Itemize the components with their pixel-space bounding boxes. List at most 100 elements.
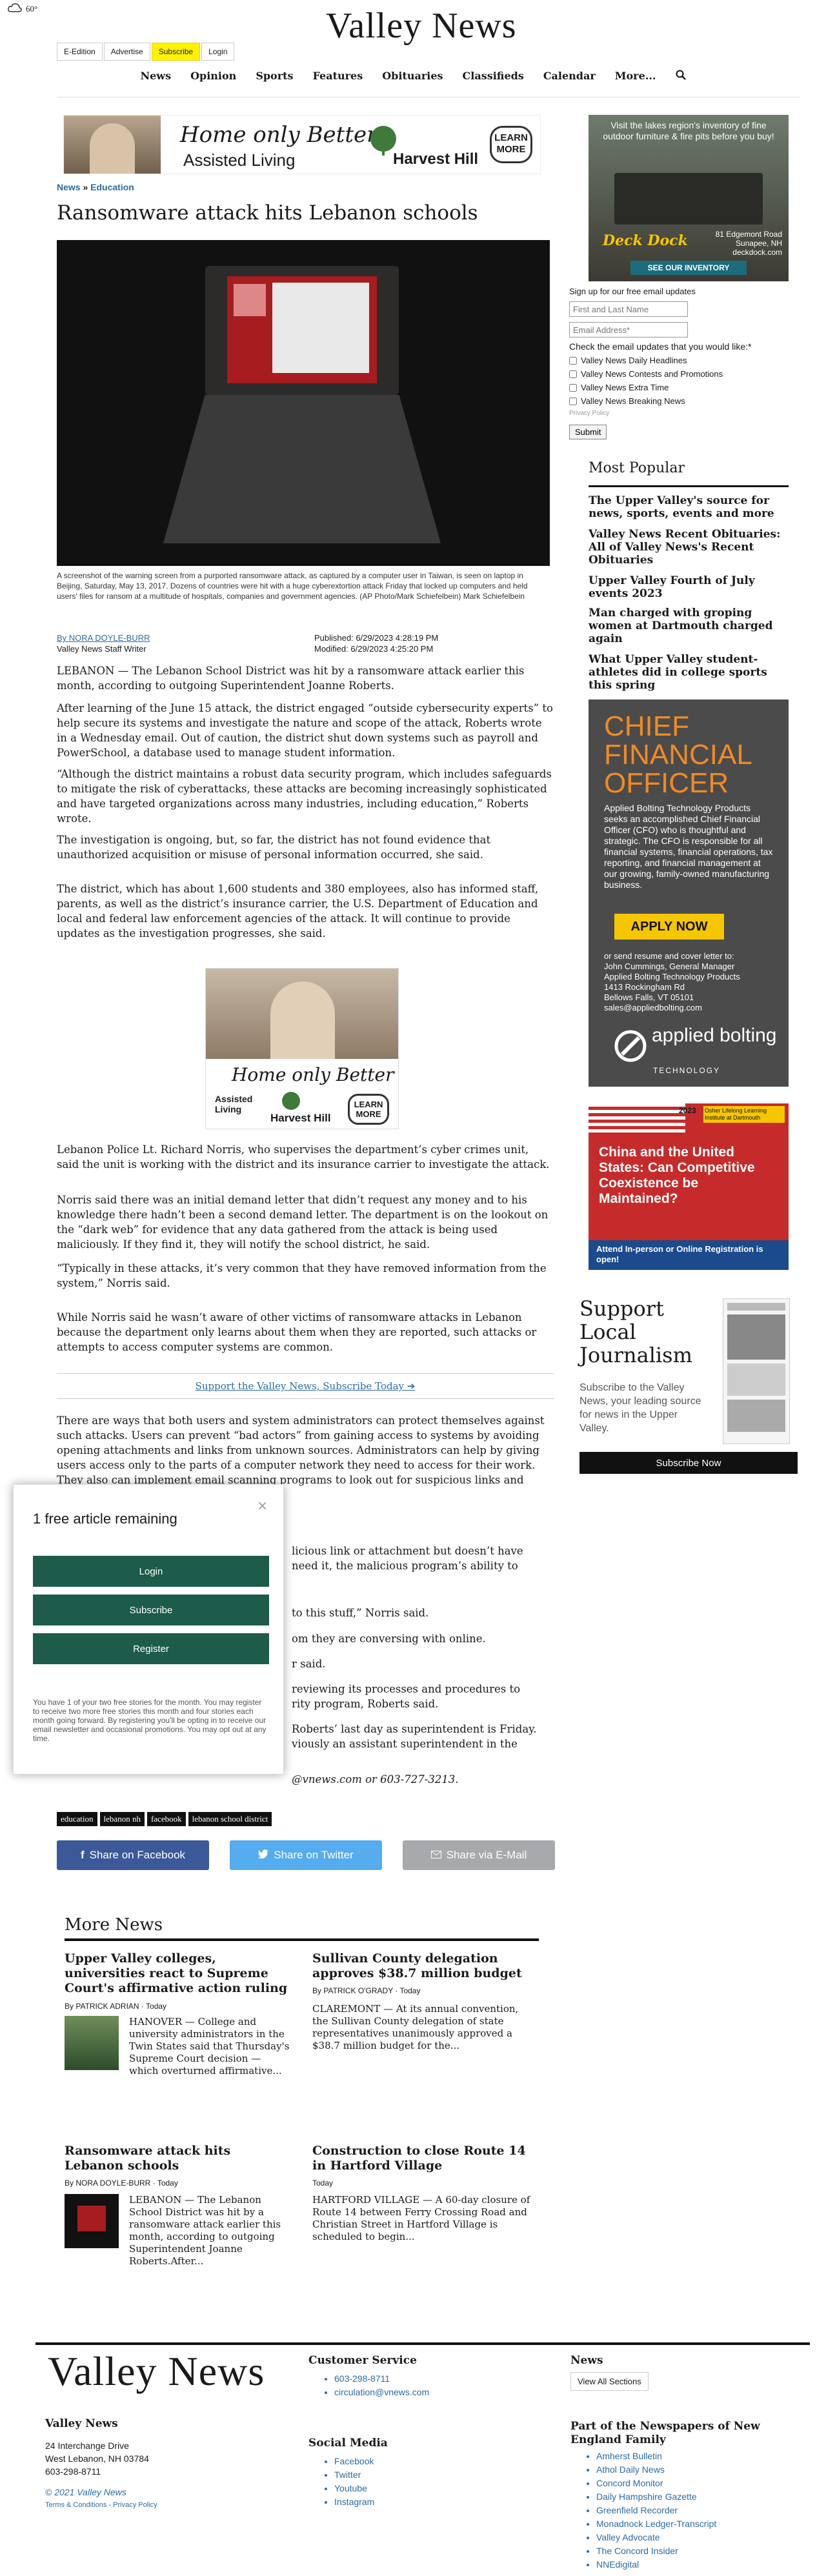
footer-terms-link[interactable]: Terms & Conditions - Privacy Policy [45, 2499, 157, 2511]
osher-lecture-ad[interactable]: 2023 Osher Lifelong Learning Institute a… [589, 1103, 789, 1270]
footer-twitter-link[interactable]: Twitter [334, 2468, 374, 2482]
modal-login-button[interactable]: Login [33, 1556, 269, 1587]
support-subscribe-link[interactable]: Support the Valley News, Subscribe Today… [57, 1373, 554, 1399]
breadcrumb-news[interactable]: News [57, 182, 81, 192]
signup-checkbox[interactable] [569, 397, 577, 405]
article-paragraph: Lebanon Police Lt. Richard Norris, who s… [57, 1143, 550, 1171]
tag[interactable]: lebanon school district [188, 1812, 272, 1826]
breadcrumb-education[interactable]: Education [90, 182, 134, 192]
deck-dock-ad[interactable]: Visit the lakes region's inventory of fi… [589, 115, 789, 281]
close-icon[interactable]: × [257, 1498, 268, 1513]
ad-photo [206, 969, 398, 1059]
signup-checkbox[interactable] [569, 370, 577, 378]
nav-obituaries[interactable]: Obituaries [382, 70, 443, 83]
author-link[interactable]: By NORA DOYLE-BURR [57, 632, 150, 643]
more-news-headline[interactable]: Upper Valley colleges, universities reac… [65, 1951, 290, 1996]
family-link[interactable]: Monadnock Ledger-Transcript [596, 2517, 716, 2531]
signup-submit-button[interactable]: Submit [569, 425, 607, 439]
family-link[interactable]: Valley Advocate [596, 2531, 716, 2544]
share-email-button[interactable]: Share via E-Mail [403, 1840, 555, 1870]
nav-calendar[interactable]: Calendar [543, 70, 596, 83]
footer-youtube-link[interactable]: Youtube [334, 2482, 374, 2495]
view-all-sections-button[interactable]: View All Sections [570, 2372, 649, 2391]
modal-register-button[interactable]: Register [33, 1633, 269, 1664]
harvest-hill-banner-ad[interactable]: Home only Better Assisted Living Harvest… [63, 115, 541, 174]
ad-cta[interactable]: SEE OUR INVENTORY [630, 261, 747, 275]
name-field[interactable] [569, 301, 688, 317]
signup-title: Sign up for our free email updates [569, 287, 696, 296]
article-paragraph: need it, the malicious program’s ability… [292, 1560, 518, 1572]
story-thumbnail[interactable] [65, 2016, 119, 2070]
modal-subscribe-button[interactable]: Subscribe [33, 1595, 269, 1625]
nav-opinion[interactable]: Opinion [190, 70, 236, 83]
social-media-list: Facebook Twitter Youtube Instagram [323, 2455, 374, 2509]
support-text: Subscribe to the Valley News, your leadi… [579, 1382, 701, 1434]
site-logo[interactable]: Valley News [326, 5, 517, 46]
e-edition-link[interactable]: E-Edition [57, 43, 103, 61]
footer-facebook-link[interactable]: Facebook [334, 2455, 374, 2468]
family-link[interactable]: Athol Daily News [596, 2463, 716, 2477]
more-news-byline: Today [312, 2179, 333, 2188]
most-popular-item[interactable]: Valley News Recent Obituaries: All of Va… [589, 528, 789, 567]
nav-more[interactable]: More... [615, 70, 656, 83]
footer-address: 24 Interchange Drive West Lebanon, NH 03… [45, 2439, 149, 2478]
tag[interactable]: lebanon nh [99, 1812, 145, 1826]
search-icon[interactable] [676, 70, 686, 83]
most-popular-item[interactable]: The Upper Valley's source for news, spor… [589, 494, 789, 520]
more-news-headline[interactable]: Ransomware attack hits Lebanon schools [65, 2144, 290, 2173]
share-email-label: Share via E-Mail [446, 1849, 527, 1861]
family-link[interactable]: Greenfield Recorder [596, 2504, 716, 2517]
footer-news-title: News [570, 2354, 603, 2367]
email-field[interactable] [569, 322, 688, 337]
harvest-hill-mid-ad[interactable]: Home only Better Assisted Living Harvest… [205, 968, 399, 1129]
nav-classifieds[interactable]: Classifieds [463, 70, 524, 83]
most-popular-item[interactable]: What Upper Valley student-athletes did i… [589, 653, 789, 692]
more-news-headline[interactable]: Sullivan County delegation approves $38.… [312, 1951, 538, 1981]
tag[interactable]: education [57, 1812, 97, 1826]
tag[interactable]: facebook [146, 1812, 186, 1826]
signup-option[interactable]: Valley News Daily Headlines [569, 356, 789, 365]
footer-instagram-link[interactable]: Instagram [334, 2495, 374, 2509]
subscribe-button[interactable]: Subscribe [151, 43, 201, 61]
signup-option[interactable]: Valley News Contests and Promotions [569, 369, 789, 379]
footer-phone-link[interactable]: 603-298-8711 [334, 2372, 429, 2386]
cfo-job-ad[interactable]: CHIEF FINANCIAL OFFICER Applied Bolting … [589, 699, 789, 1087]
newsletter-signup: Sign up for our free email updates Check… [569, 287, 789, 439]
article-paragraph: The district, which has about 1,600 stud… [57, 883, 539, 940]
most-popular-item[interactable]: Man charged with groping women at Dartmo… [589, 607, 789, 645]
share-twitter-button[interactable]: Share on Twitter [230, 1840, 382, 1870]
family-link[interactable]: The Concord Insider [596, 2544, 716, 2558]
advertise-link[interactable]: Advertise [103, 43, 150, 61]
family-link[interactable]: NNEdigital [596, 2558, 716, 2571]
weather-widget[interactable]: 60° [8, 3, 37, 15]
signup-checkbox[interactable] [569, 356, 577, 365]
article-paragraph: to this stuff,” Norris said. [292, 1607, 429, 1619]
nav-features[interactable]: Features [313, 70, 363, 83]
ad-cta[interactable]: LEARN MORE [490, 126, 532, 163]
byline-when: Today [146, 2002, 167, 2011]
footer-email-link[interactable]: circulation@vnews.com [334, 2386, 429, 2399]
privacy-link[interactable]: Privacy Policy [569, 410, 789, 417]
signup-checkbox[interactable] [569, 383, 577, 392]
footer-logo[interactable]: Valley News [48, 2348, 265, 2395]
signup-option[interactable]: Valley News Extra Time [569, 383, 789, 392]
most-popular-item[interactable]: Upper Valley Fourth of July events 2023 [589, 574, 789, 600]
subscribe-now-button[interactable]: Subscribe Now [579, 1452, 798, 1474]
story-thumbnail[interactable] [65, 2194, 119, 2248]
address-line: 24 Interchange Drive [45, 2440, 129, 2451]
apply-now-button[interactable]: APPLY NOW [614, 914, 724, 940]
article-paragraph: While Norris said he wasn’t aware of oth… [57, 1311, 537, 1353]
family-link[interactable]: Daily Hampshire Gazette [596, 2490, 716, 2504]
login-button[interactable]: Login [201, 43, 235, 61]
family-link[interactable]: Concord Monitor [596, 2477, 716, 2490]
nav-news[interactable]: News [141, 70, 172, 83]
ad-cta[interactable]: Attend In-person or Online Registration … [589, 1240, 789, 1270]
share-facebook-button[interactable]: f Share on Facebook [57, 1840, 209, 1870]
byline-when: Today [399, 1986, 421, 1995]
more-news-headline[interactable]: Construction to close Route 14 in Hartfo… [312, 2144, 538, 2173]
signup-option[interactable]: Valley News Breaking News [569, 396, 789, 406]
ad-cta[interactable]: LEARN MORE [348, 1094, 389, 1125]
nav-sports[interactable]: Sports [256, 70, 293, 83]
family-link[interactable]: Amherst Bulletin [596, 2450, 716, 2463]
more-news-byline: By NORA DOYLE-BURR · Today [65, 2179, 178, 2188]
